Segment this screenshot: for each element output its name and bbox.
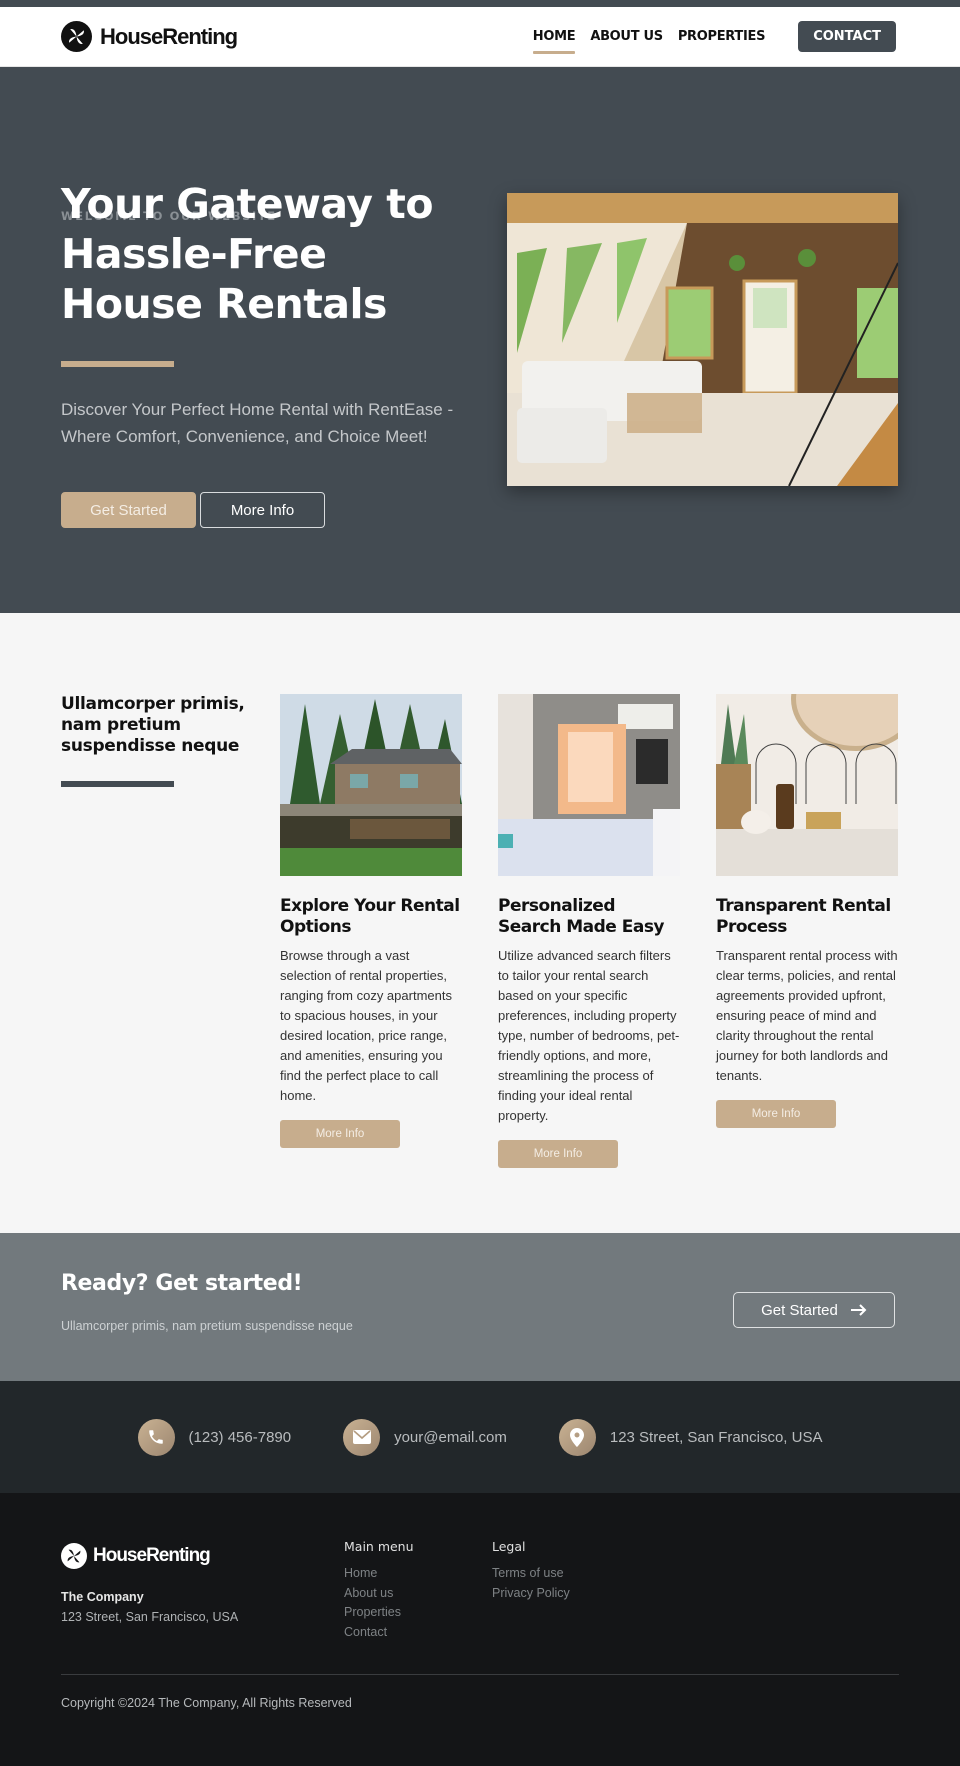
hero-section: WELCOME TO OUR WEBSITE Your Gateway to H… (0, 67, 960, 613)
footer-address: 123 Street, San Francisco, USA (61, 1610, 239, 1624)
card-text: Browse through a vast selection of renta… (280, 948, 452, 1103)
email-address[interactable]: your@email.com (394, 1429, 507, 1446)
card-text: Utilize advanced search filters to tailo… (498, 948, 680, 1123)
hero-divider (61, 361, 174, 367)
footer-legal: Legal Terms of use Privacy Policy (492, 1539, 570, 1603)
card-more-info-button[interactable]: More Info (280, 1120, 400, 1148)
feature-card: Personalized Search Made Easy Utilize ad… (498, 694, 680, 1168)
contact-address: 123 Street, San Francisco, USA (558, 1418, 823, 1456)
nav-about-us[interactable]: ABOUT US (590, 23, 663, 50)
contact-strip: (123) 456-7890 your@email.com 123 Street… (0, 1381, 960, 1493)
phone-icon (137, 1418, 175, 1456)
legal-title: Legal (492, 1539, 526, 1554)
hero-title: Your Gateway to Hassle-Free House Rental… (61, 180, 434, 328)
site-logo[interactable]: HouseRenting (61, 21, 238, 52)
envelope-icon (343, 1418, 381, 1456)
site-footer: HouseRenting The Company 123 Street, San… (0, 1493, 960, 1766)
nav-properties[interactable]: PROPERTIES (678, 23, 766, 50)
footer-logo[interactable]: HouseRenting (61, 1543, 211, 1569)
card-title: Explore Your Rental Options (280, 896, 460, 937)
site-header: HouseRenting HOME ABOUT US PROPERTIES CO… (0, 7, 960, 67)
feature-card: Explore Your Rental Options Browse throu… (280, 694, 462, 1148)
card-image-bathroom (716, 694, 898, 876)
card-text: Transparent rental process with clear te… (716, 948, 898, 1083)
get-started-button[interactable]: Get Started (61, 492, 196, 528)
more-info-button[interactable]: More Info (200, 492, 325, 528)
hero-subtitle: Discover Your Perfect Home Rental with R… (61, 400, 454, 446)
main-menu-title: Main menu (344, 1539, 414, 1554)
footer-logo-text: HouseRenting (93, 1545, 211, 1566)
arrow-right-icon (850, 1304, 867, 1316)
copyright: Copyright ©2024 The Company, All Rights … (61, 1696, 352, 1710)
contact-button[interactable]: CONTACT (798, 21, 896, 52)
footer-divider (61, 1674, 899, 1675)
footer-link-home[interactable]: Home (344, 1564, 414, 1584)
phone-number[interactable]: (123) 456-7890 (189, 1429, 292, 1446)
card-title: Personalized Search Made Easy (498, 896, 665, 937)
card-more-info-button[interactable]: More Info (716, 1100, 836, 1128)
card-image-bedroom (498, 694, 680, 876)
footer-link-contact[interactable]: Contact (344, 1623, 414, 1643)
contact-phone: (123) 456-7890 (137, 1418, 292, 1456)
cta-subtitle: Ullamcorper primis, nam pretium suspendi… (61, 1319, 353, 1333)
clover-logo-icon (61, 21, 92, 52)
features-section: Ullamcorper primis, nam pretium suspendi… (0, 613, 960, 1233)
footer-company-name: The Company (61, 1590, 144, 1604)
clover-logo-icon (61, 1543, 87, 1569)
street-address: 123 Street, San Francisco, USA (609, 1428, 823, 1446)
map-pin-icon (558, 1418, 596, 1456)
feature-card: Transparent Rental Process Transparent r… (716, 694, 898, 1128)
cta-section: Ready? Get started! Ullamcorper primis, … (0, 1233, 960, 1381)
card-more-info-button[interactable]: More Info (498, 1140, 618, 1168)
features-divider (61, 781, 174, 787)
top-accent-bar (0, 0, 960, 7)
cta-get-started-button[interactable]: Get Started (733, 1292, 895, 1328)
footer-link-about-us[interactable]: About us (344, 1584, 414, 1604)
logo-text: HouseRenting (100, 23, 238, 49)
card-title: Transparent Rental Process (716, 896, 891, 937)
footer-link-terms[interactable]: Terms of use (492, 1564, 570, 1584)
footer-main-menu: Main menu Home About us Properties Conta… (344, 1539, 414, 1642)
footer-link-privacy[interactable]: Privacy Policy (492, 1584, 570, 1604)
main-nav: HOME ABOUT US PROPERTIES CONTACT (532, 21, 896, 54)
contact-email: your@email.com (343, 1418, 507, 1456)
footer-link-properties[interactable]: Properties (344, 1603, 414, 1623)
nav-home[interactable]: HOME (532, 23, 576, 54)
hero-image (507, 193, 898, 486)
card-image-cabin (280, 694, 462, 876)
hero-buttons: Get Started More Info (61, 492, 325, 528)
cta-title: Ready? Get started! (61, 1271, 303, 1296)
features-heading: Ullamcorper primis, nam pretium suspendi… (61, 694, 245, 756)
cta-button-label: Get Started (761, 1301, 838, 1319)
